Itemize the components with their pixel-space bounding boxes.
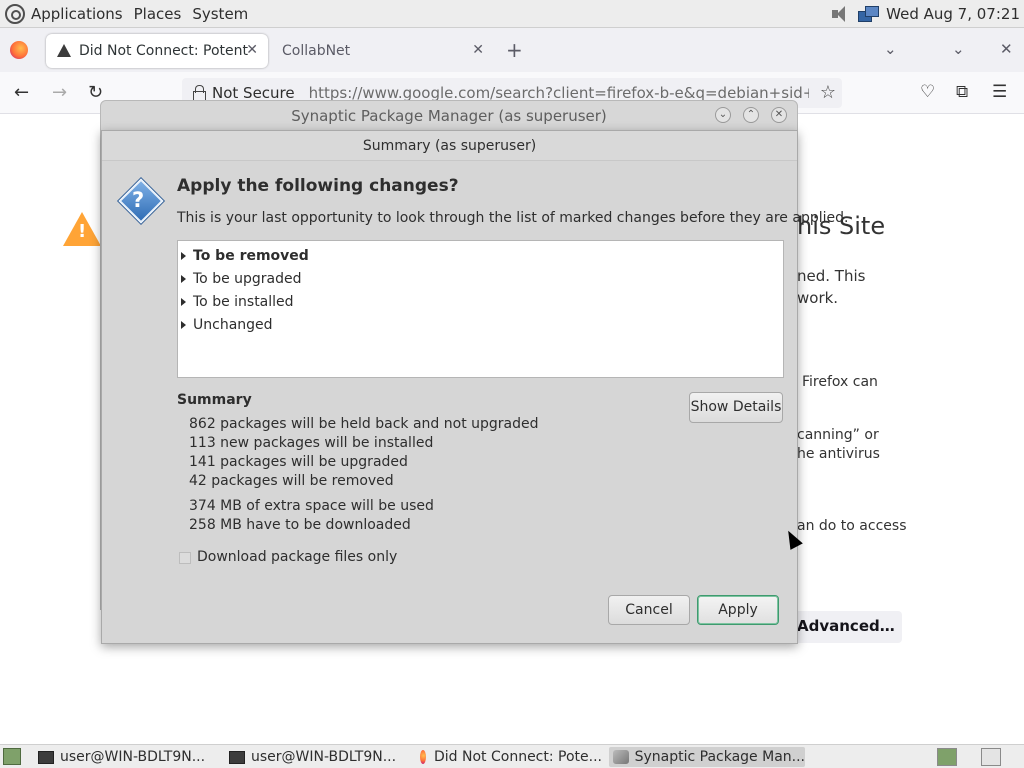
minimize-window-icon[interactable]: ⌄ [952,40,965,58]
expander-arrow-icon[interactable] [181,320,186,329]
error-text: an do to access [797,518,907,534]
changes-tree[interactable]: To be removed To be upgraded To be insta… [177,240,784,378]
cancel-button[interactable]: Cancel [608,595,690,625]
dialog-description: This is your last opportunity to look th… [177,210,849,226]
workspace-1-switch[interactable] [937,748,957,766]
warning-icon [56,43,72,59]
tab-title: CollabNet [282,43,351,59]
error-text: ned. This [797,267,866,285]
list-all-tabs-icon[interactable]: ⌄ [884,40,897,58]
synaptic-window-title[interactable]: Synaptic Package Manager (as superuser) [101,101,797,131]
minimize-window-icon[interactable]: ⌄ [715,107,731,123]
back-arrow-icon[interactable]: ← [14,82,29,103]
summary-heading: Summary [177,392,252,408]
dialog-title[interactable]: Summary (as superuser) [102,131,797,161]
task-label: Synaptic Package Man... [634,749,805,765]
clock[interactable]: Wed Aug 7, 07:21 [886,5,1020,23]
system-tray: Wed Aug 7, 07:21 [830,0,1020,28]
terminal-icon [38,750,54,764]
task-label: Did Not Connect: Pote... [434,749,602,765]
tree-item-label: To be installed [193,293,294,310]
network-icon[interactable] [858,5,880,23]
firefox-icon [420,750,426,764]
expander-arrow-icon[interactable] [181,274,186,283]
summary-line: 113 new packages will be installed [189,435,434,451]
error-text: he antivirus [797,446,880,462]
maximize-window-icon[interactable]: ⌃ [743,107,759,123]
summary-dialog: Summary (as superuser) Apply the followi… [101,130,848,644]
summary-line: 141 packages will be upgraded [189,454,408,470]
tree-item-label: To be removed [193,247,309,264]
taskbar-item-terminal-2[interactable]: user@WIN-BDLT9N... [229,747,409,767]
download-only-checkbox[interactable] [179,552,191,564]
bookmark-star-icon[interactable]: ☆ [820,82,836,103]
taskbar-item-synaptic[interactable]: Synaptic Package Man... [609,747,805,767]
close-window-icon[interactable]: ✕ [771,107,787,123]
menu-applications[interactable]: Applications [31,5,123,23]
expander-arrow-icon[interactable] [181,297,186,306]
firefox-view-icon[interactable] [10,41,28,59]
task-label: user@WIN-BDLT9N... [251,749,397,765]
show-details-button[interactable]: Show Details [689,392,783,423]
download-only-label[interactable]: Download package files only [197,549,397,565]
summary-line: 42 packages will be removed [189,473,394,489]
taskbar-item-firefox[interactable]: Did Not Connect: Pote... [420,747,602,767]
show-desktop-icon[interactable] [3,748,21,765]
close-window-icon[interactable]: ✕ [1000,40,1013,58]
close-tab-icon[interactable]: ✕ [246,42,258,58]
tree-item-label: Unchanged [193,316,273,333]
new-tab-button[interactable]: + [506,38,523,62]
menu-system[interactable]: System [192,5,248,23]
task-label: user@WIN-BDLT9N... [60,749,206,765]
summary-line: 862 packages will be held back and not u… [189,416,539,432]
apply-button[interactable]: Apply [697,595,779,625]
top-panel: Applications Places System Wed Aug 7, 07… [0,0,1024,28]
dialog-heading: Apply the following changes? [177,176,459,196]
menu-places[interactable]: Places [134,5,182,23]
forward-arrow-icon[interactable]: → [52,82,67,103]
terminal-icon [229,750,245,764]
distro-logo-icon[interactable] [5,3,25,24]
space-line: 258 MB have to be downloaded [189,517,411,533]
space-line: 374 MB of extra space will be used [189,498,434,514]
tree-item-to-be-installed[interactable]: To be installed [178,290,783,313]
menu-hamburger-icon[interactable]: ☰ [992,82,1007,102]
extensions-icon[interactable]: ⧉ [956,82,968,102]
bottom-panel: user@WIN-BDLT9N... user@WIN-BDLT9N... Di… [0,744,1024,768]
reload-icon[interactable]: ↻ [88,82,103,103]
tree-item-unchanged[interactable]: Unchanged [178,313,783,336]
error-text: canning” or [797,427,879,443]
advanced-button[interactable]: Advanced… [783,611,902,643]
synaptic-icon [613,750,629,764]
tab-title: Did Not Connect: Potential Security Issu… [79,43,249,59]
tab-collabnet[interactable]: CollabNet ✕ [272,34,494,68]
volume-icon[interactable] [830,6,850,22]
error-text: work. [797,289,839,307]
close-tab-icon[interactable]: ✕ [472,42,484,58]
error-text: Firefox can [802,374,878,390]
tree-item-to-be-upgraded[interactable]: To be upgraded [178,267,783,290]
question-icon [119,179,163,223]
tree-item-label: To be upgraded [193,270,302,287]
expander-arrow-icon[interactable] [181,251,186,260]
workspace-2-switch[interactable] [981,748,1001,766]
warning-icon [63,212,101,248]
tree-item-to-be-removed[interactable]: To be removed [178,244,783,267]
tab-did-not-connect[interactable]: Did Not Connect: Potential Security Issu… [46,34,268,68]
insecure-lock-icon[interactable] [192,85,206,102]
pocket-icon[interactable]: ♡ [920,82,935,102]
taskbar-item-terminal-1[interactable]: user@WIN-BDLT9N... [38,747,218,767]
